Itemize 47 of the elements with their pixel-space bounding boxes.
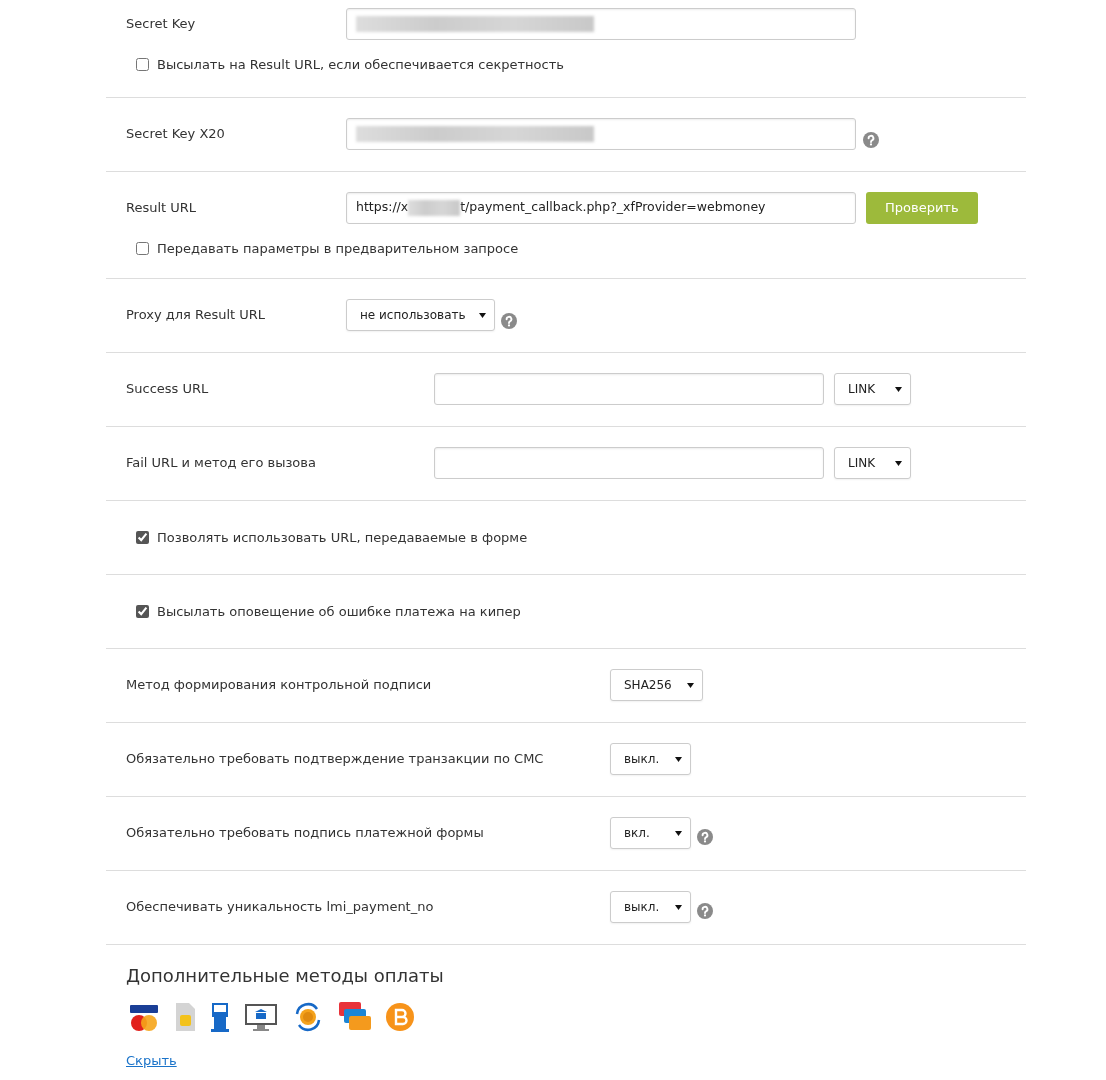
field-label: Proxy для Result URL [126,306,267,325]
dropdown[interactable]: LINK [834,447,911,479]
checkbox-label[interactable]: Высылать оповещение об ошибке платежа на кипер [157,601,521,622]
checkbox[interactable] [136,241,149,255]
caret-icon [895,460,902,466]
field-label: Secret Key X20 [126,124,226,143]
dropdown[interactable]: LINK [834,373,911,405]
checkbox[interactable] [136,58,149,72]
section-heading: Дополнительные методы оплаты [126,965,445,987]
terminal-icon[interactable] [210,1001,230,1032]
dropdown[interactable]: не использовать [346,299,495,331]
dropdown[interactable]: вкл. [610,817,691,849]
field-label: Метод формирования контрольной подписи [126,676,433,695]
caret-icon [675,904,682,910]
caret-icon [687,682,694,688]
caret-icon [895,386,902,392]
coin-icon[interactable] [386,1002,414,1031]
checkbox[interactable] [136,531,149,544]
checkbox-label[interactable]: Позволять использовать URL, передаваемые в форме [157,527,528,548]
help-icon[interactable] [697,829,713,845]
field-label: Обязательно требовать подпись платежной формы [126,824,485,843]
checkbox[interactable] [136,605,149,618]
caret-icon [479,312,486,318]
help-icon[interactable] [501,313,517,329]
input-field[interactable]: https://x t/payment_callback.php?_xfProvider=webmoney [346,191,856,224]
caret-icon [675,756,682,762]
input-field[interactable] [434,447,824,479]
checkbox-label[interactable]: Высылать на Result URL, если обеспечивается секретность [157,55,564,75]
dropdown[interactable]: выкл. [610,891,691,923]
help-icon[interactable] [697,903,713,919]
caret-icon [675,830,682,836]
field-label: Обязательно требовать подтверждение транзакции по СМС [126,750,545,769]
checkbox-label[interactable]: Передавать параметры в предварительном запросе [157,238,519,258]
bank-monitor-icon[interactable] [244,1001,278,1032]
field-label: Secret Key [126,15,197,34]
cards-stack-icon[interactable] [338,1000,372,1033]
field-label: Fail URL и метод его вызова [126,454,317,473]
field-label: Обеспечивать уникальность lmi_payment_no [126,898,435,917]
dropdown[interactable]: SHA256 [610,669,703,701]
hide-link[interactable]: Скрыть [126,1052,177,1068]
input-field[interactable] [434,373,824,405]
field-label: Success URL [126,380,210,399]
help-icon[interactable] [863,131,879,148]
field-label: Result URL [126,198,198,217]
dropdown[interactable]: выкл. [610,743,691,775]
input-field[interactable] [346,117,856,150]
input-field[interactable] [346,8,856,40]
